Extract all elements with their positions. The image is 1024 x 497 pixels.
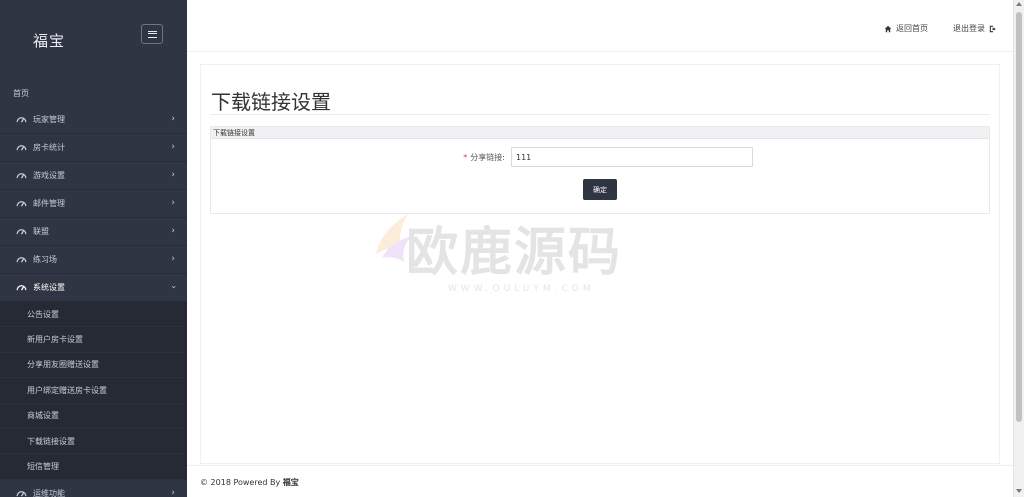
sidebar-item-label: 联盟 [33,227,49,236]
footer: © 2018 Powered By 福宝 [187,465,1013,497]
share-link-row: * 分享链接: [449,147,753,167]
gauge-icon [16,285,27,291]
brand-logo: 福宝 [33,32,66,50]
submenu-item-bind-gift[interactable]: 用户绑定赠送房卡设置 [0,378,187,404]
page-title: 下载链接设置 [211,90,331,114]
gauge-icon [16,201,27,207]
sidebar-item-card-stats[interactable]: 房卡统计 › [0,134,187,162]
hamburger-icon [147,30,157,38]
share-link-label-text: 分享链接: [470,152,505,162]
sidebar-item-game-settings[interactable]: 游戏设置 › [0,162,187,190]
submenu-item-shop[interactable]: 商城设置 [0,404,187,429]
sidebar-item-label: 玩家管理 [33,115,65,124]
sidebar-item-system-settings[interactable]: 系统设置 › [0,274,187,302]
footer-copyright: © 2018 Powered By 福宝 [200,477,299,488]
chevron-right-icon: › [171,170,175,180]
sidebar-item-players[interactable]: 玩家管理 › [0,106,187,134]
sidebar-item-label: 房卡统计 [33,143,65,152]
top-navbar: 返回首页 退出登录 [187,0,1013,52]
share-link-label: * 分享链接: [449,152,505,163]
page-scrollbar[interactable] [1013,0,1024,497]
back-home-link[interactable]: 返回首页 [884,23,928,34]
sidebar-item-alliance[interactable]: 联盟 › [0,218,187,246]
sidebar-home-link[interactable]: 首页 [13,88,29,99]
required-mark: * [463,152,468,162]
gauge-icon [16,145,27,151]
sidebar-menu: 玩家管理 › 房卡统计 › 游戏设置 › 邮件管理 › 联盟 › 练习场 › 系… [0,106,187,497]
chevron-right-icon: › [171,226,175,236]
sidebar-item-practice[interactable]: 练习场 › [0,246,187,274]
logout-label: 退出登录 [953,24,985,33]
footer-prefix: © 2018 Powered By [200,478,283,487]
sidebar-item-label: 系统设置 [33,283,65,292]
menu-toggle-button[interactable] [141,24,163,44]
content-card [200,64,1000,464]
gauge-icon [16,490,27,497]
sidebar-item-label: 游戏设置 [33,171,65,180]
footer-brand: 福宝 [282,478,299,487]
home-icon [884,25,892,32]
logout-link[interactable]: 退出登录 [953,23,997,34]
chevron-right-icon: › [171,198,175,208]
chevron-right-icon: › [171,487,175,497]
chevron-down-icon: › [168,285,179,289]
chevron-right-icon: › [171,114,175,124]
sidebar-item-label: 邮件管理 [33,199,65,208]
chevron-right-icon: › [171,254,175,264]
scroll-up-icon[interactable] [1016,2,1022,6]
submenu-item-sms[interactable]: 短信管理 [0,454,187,480]
chevron-right-icon: › [171,142,175,152]
submenu-item-announcement[interactable]: 公告设置 [0,302,187,328]
sidebar-item-label: 练习场 [33,255,57,264]
submenu-item-download-link[interactable]: 下载链接设置 [0,429,187,455]
sidebar-item-ops[interactable]: 运维功能 › [0,480,187,497]
title-divider [210,114,990,115]
app-root: 福宝 首页 玩家管理 › 房卡统计 › 游戏设置 › 邮件管理 › 联盟 › 练… [0,0,1024,497]
sidebar: 福宝 首页 玩家管理 › 房卡统计 › 游戏设置 › 邮件管理 › 联盟 › 练… [0,0,187,497]
gauge-icon [16,117,27,123]
settings-panel: 下载链接设置 *分享链接: 确定 [210,126,990,214]
sidebar-submenu: 公告设置 新用户房卡设置 分享朋友圈赠送设置 用户绑定赠送房卡设置 商城设置 下… [0,302,187,480]
confirm-button[interactable]: 确定 [583,179,617,200]
share-link-input[interactable] [511,147,753,167]
back-home-label: 返回首页 [896,24,928,33]
gauge-icon [16,173,27,179]
scrollbar-thumb[interactable] [1016,12,1022,422]
sidebar-item-label: 运维功能 [33,488,65,497]
submenu-item-share-gift[interactable]: 分享朋友圈赠送设置 [0,353,187,379]
submenu-item-new-user-cards[interactable]: 新用户房卡设置 [0,327,187,353]
gauge-icon [16,229,27,235]
gauge-icon [16,257,27,263]
sidebar-item-mail[interactable]: 邮件管理 › [0,190,187,218]
sign-out-icon [989,25,996,32]
scroll-down-icon[interactable] [1016,489,1022,493]
panel-title: 下载链接设置 [211,127,989,139]
